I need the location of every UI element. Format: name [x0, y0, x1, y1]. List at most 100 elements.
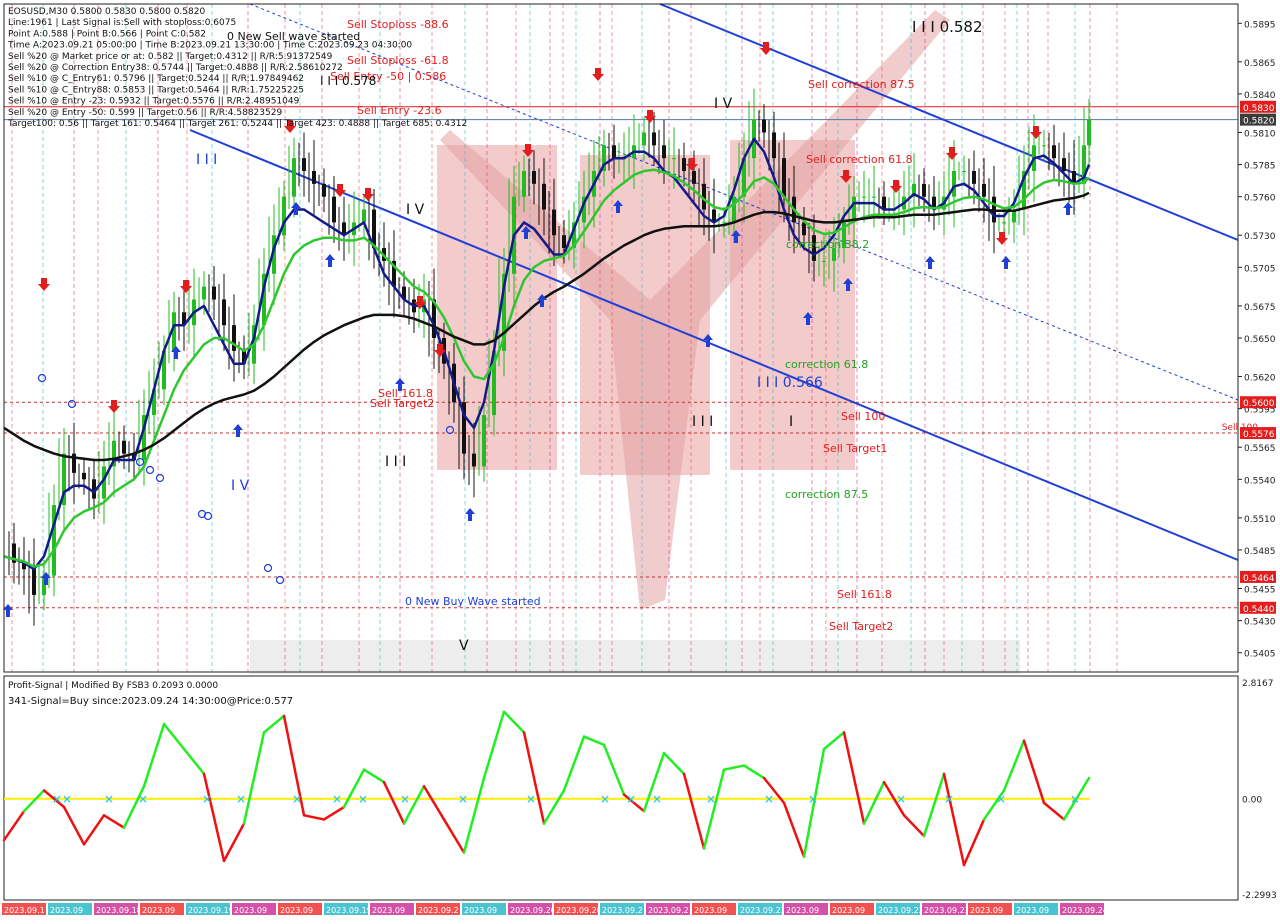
- annotation-label: Sell Stoploss -61.8: [347, 54, 449, 67]
- candle-body: [662, 145, 666, 159]
- time-label: 2023.09.21: [648, 906, 694, 915]
- price-label: 0.5620: [1244, 374, 1276, 384]
- candle-body: [772, 132, 776, 159]
- time-label: 2023.09.2: [418, 906, 459, 915]
- candle-body: [52, 505, 56, 576]
- cross-marker-icon: ✕: [104, 793, 114, 807]
- time-label: 2023.09.20: [510, 906, 556, 915]
- oscillator-scale-label: 0.00: [1242, 796, 1262, 806]
- main-chart: Sell Stoploss -88.6 Sell Stoploss -61.8 Se…: [0, 0, 1280, 920]
- candle-body: [312, 171, 316, 184]
- annotation-label: Sell Target2: [829, 620, 893, 633]
- oscillator-scale-label: 2.8167: [1242, 679, 1274, 689]
- annotation-label: I I I: [196, 152, 217, 168]
- cross-marker-icon: ✕: [944, 793, 954, 807]
- annotation-label: V: [459, 638, 469, 654]
- annotation-label: I V: [406, 202, 425, 218]
- annotation-label: Sell correction 87.5: [808, 78, 915, 91]
- cross-marker-icon: ✕: [600, 793, 610, 807]
- time-label: 2023.09.24: [1062, 906, 1108, 915]
- candle-body: [322, 183, 326, 197]
- cross-marker-icon: ✕: [62, 793, 72, 807]
- price-label: 0.5675: [1244, 303, 1276, 313]
- cross-marker-icon: ✕: [896, 793, 906, 807]
- info-line: Time A:2023.09.21 05:00:00 | Time B:2023…: [7, 41, 412, 51]
- annotation-label: I: [789, 414, 793, 430]
- info-line: Target100: 0.56 || Target 161: 0.5464 ||…: [7, 119, 467, 129]
- annotation-label: I I I 0.566: [757, 375, 823, 391]
- price-label: 0.5485: [1244, 547, 1276, 557]
- candle-body: [32, 569, 36, 595]
- price-label: 0.5510: [1244, 515, 1276, 525]
- time-label: 2023.09: [372, 906, 405, 915]
- price-label: 0.5650: [1244, 335, 1276, 345]
- candle-body: [762, 119, 766, 133]
- candle-body: [652, 132, 656, 146]
- annotation-label: Sell 161.8: [837, 588, 892, 601]
- candle-body: [802, 222, 806, 236]
- candle-body: [922, 183, 926, 197]
- candle-body: [862, 196, 866, 198]
- cross-marker-icon: ✕: [358, 793, 368, 807]
- candle-body: [1042, 145, 1046, 147]
- cross-marker-icon: ✕: [764, 793, 774, 807]
- candle-body: [282, 196, 286, 236]
- price-label: 0.5895: [1244, 20, 1276, 30]
- info-line: Sell %10 @ Entry -23: 0.5932 || Target:0…: [8, 97, 300, 107]
- time-label: 2023.09: [786, 906, 819, 915]
- candle-body: [1062, 158, 1066, 171]
- price-tag-text: 0.5464: [1243, 574, 1275, 584]
- info-line: Sell %20 @ Market price or at: 0.582 || …: [8, 52, 333, 62]
- cross-marker-icon: ✕: [458, 793, 468, 807]
- candle-body: [952, 171, 956, 197]
- candle-body: [222, 299, 226, 326]
- price-label: 0.5540: [1244, 476, 1276, 486]
- oscillator-scale-label: -2.2993: [1242, 891, 1277, 901]
- candle-body: [722, 222, 726, 224]
- price-label: 0.5705: [1244, 264, 1276, 274]
- annotation-label: Sell correction 61.8: [806, 153, 913, 166]
- time-label: 2023.09.1: [4, 906, 45, 915]
- time-label: 2023.09: [970, 906, 1003, 915]
- candle-body: [212, 286, 216, 300]
- price-label: 0.5760: [1244, 194, 1276, 204]
- time-label: 2023.09.18: [96, 906, 142, 915]
- candle-body: [1087, 119, 1091, 146]
- price-label: 0.5730: [1244, 232, 1276, 242]
- annotation-label: I I I: [692, 414, 713, 430]
- chart-root: Sell Stoploss -88.6 Sell Stoploss -61.8 Se…: [0, 0, 1280, 920]
- candle-body: [482, 415, 486, 467]
- cross-marker-icon: ✕: [626, 793, 636, 807]
- candle-body: [232, 325, 236, 351]
- candle-body: [732, 196, 736, 223]
- candle-body: [542, 183, 546, 210]
- candle-body: [672, 158, 676, 160]
- candle-body: [472, 453, 476, 467]
- time-label: 2023.09: [1016, 906, 1049, 915]
- candle-body: [332, 196, 336, 223]
- price-tag-text: 0.5576: [1243, 430, 1275, 440]
- candle-body: [782, 158, 786, 197]
- price-tag-text: 0.5830: [1243, 104, 1275, 114]
- time-label: 2023.09: [50, 906, 83, 915]
- annotation-label: correction 61.8: [785, 358, 868, 371]
- cross-marker-icon: ✕: [652, 793, 662, 807]
- cross-marker-icon: ✕: [706, 793, 716, 807]
- oscillator-signal-text: 341-Signal=Buy since:2023.09.24 14:30:00…: [8, 696, 293, 707]
- time-label: 2023.09: [234, 906, 267, 915]
- time-label: 2023.09: [142, 906, 175, 915]
- info-line: Sell %10 @ C_Entry88: 0.5853 || Target:0…: [8, 85, 304, 95]
- annotation-label: Sell Target1: [823, 442, 887, 455]
- annotation-label: Sell Entry -23.6: [357, 104, 442, 117]
- price-label: 0.5810: [1244, 129, 1276, 139]
- candle-body: [1052, 145, 1056, 159]
- time-label: 2023.09.20: [556, 906, 602, 915]
- candle-body: [982, 183, 986, 197]
- candle-body: [642, 132, 646, 146]
- candle-body: [532, 171, 536, 184]
- cross-marker-icon: ✕: [996, 793, 1006, 807]
- time-label: 2023.09: [280, 906, 313, 915]
- annotation-label: I V: [231, 478, 250, 494]
- candle-body: [522, 171, 526, 197]
- info-line: Sell %10 @ C_Entry61: 0.5796 || Target:0…: [8, 74, 304, 84]
